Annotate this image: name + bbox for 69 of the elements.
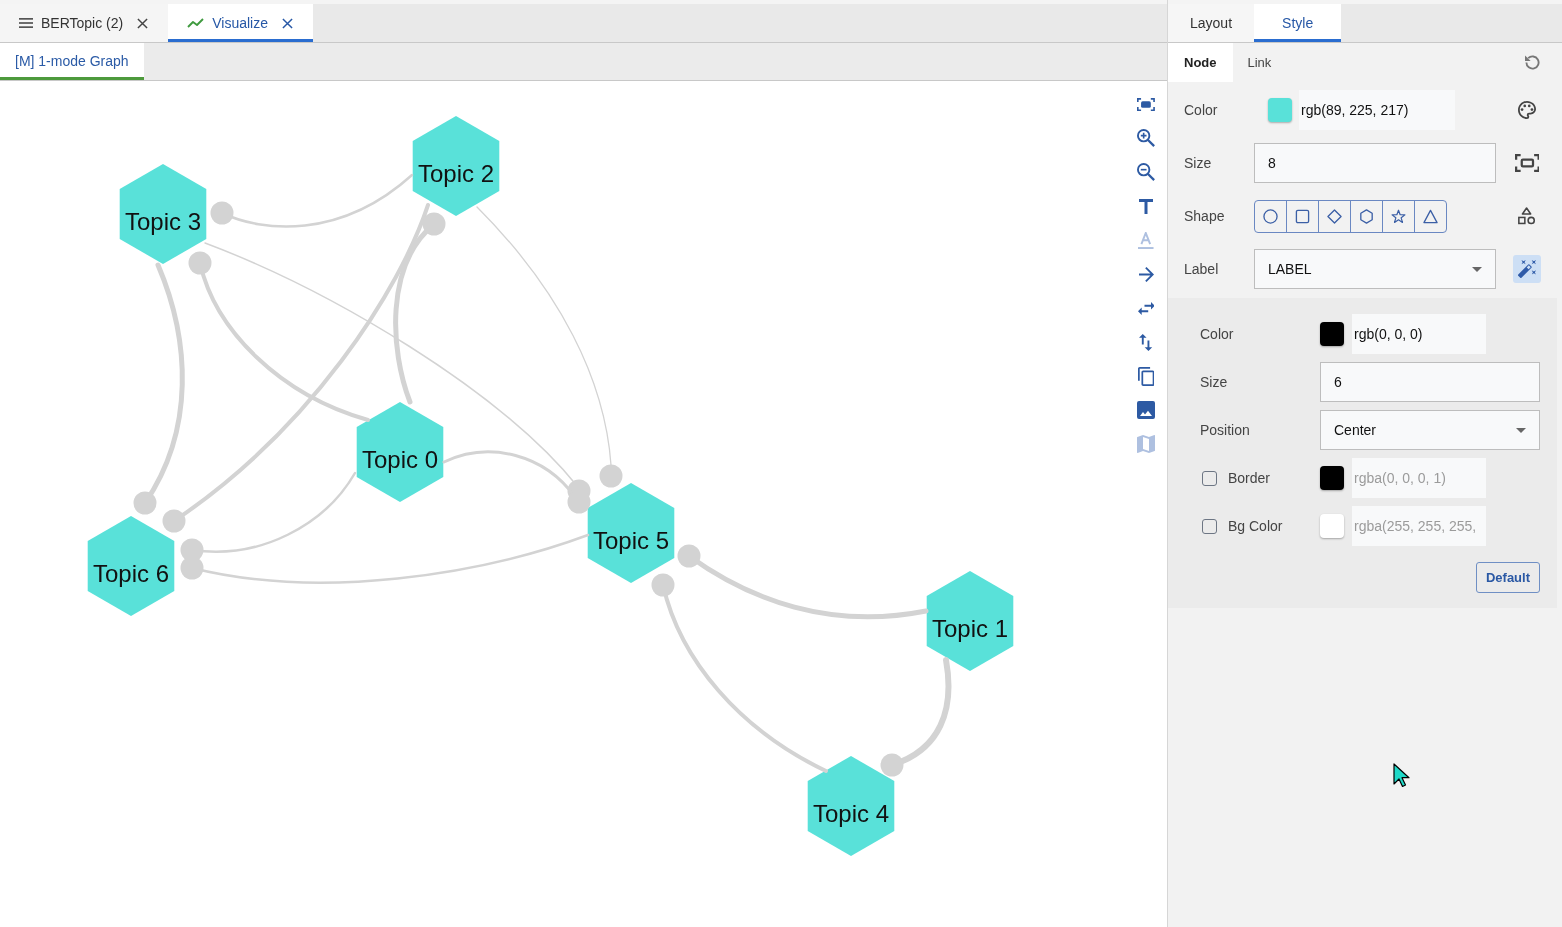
- square-icon: [1295, 208, 1310, 224]
- color-value-field[interactable]: rgb(0, 0, 0): [1352, 314, 1486, 354]
- close-icon[interactable]: [282, 17, 293, 29]
- topic-node: Topic 3: [119, 164, 207, 264]
- panel-subtab[interactable]: Node: [1168, 43, 1233, 82]
- dropdown-select[interactable]: Center: [1320, 410, 1540, 450]
- shape-option-button[interactable]: [1382, 199, 1415, 233]
- zoom-out-icon[interactable]: [1137, 163, 1155, 181]
- arrow-right-icon[interactable]: [1138, 266, 1154, 282]
- checkbox[interactable]: [1202, 518, 1217, 534]
- color-swatch-icon[interactable]: [1320, 322, 1344, 346]
- dropdown-select[interactable]: LABEL: [1254, 249, 1496, 289]
- color-value-field[interactable]: rgb(89, 225, 217): [1299, 90, 1455, 130]
- color-swatch-icon[interactable]: [1268, 98, 1292, 122]
- setting-label: Label: [1184, 259, 1219, 279]
- menu-icon: [19, 18, 33, 28]
- panel-tab[interactable]: Style: [1254, 4, 1342, 42]
- image-icon[interactable]: [1137, 401, 1155, 419]
- triangle-icon: [1423, 208, 1438, 224]
- hexagon-icon: [1359, 208, 1374, 224]
- setting-label: Color: [1200, 324, 1234, 344]
- document-tab[interactable]: Visualize: [168, 4, 313, 42]
- topic-node: Topic 4: [807, 756, 895, 856]
- panel-tab[interactable]: Layout: [1168, 4, 1255, 42]
- setting-label: Color: [1184, 100, 1218, 120]
- document-tab[interactable]: BERTopic (2): [0, 4, 169, 42]
- color-swatch-icon[interactable]: [1320, 466, 1344, 490]
- palette-icon[interactable]: [1518, 101, 1536, 119]
- zoom-in-icon[interactable]: [1137, 129, 1155, 147]
- reset-icon[interactable]: [1525, 55, 1540, 70]
- shape-option-button[interactable]: [1414, 199, 1447, 233]
- circle-icon: [1263, 208, 1278, 224]
- focus-frame-icon[interactable]: [1514, 154, 1540, 172]
- mouse-pointer-icon: [1393, 763, 1410, 788]
- shapes-icon[interactable]: [1518, 207, 1536, 225]
- setting-label: Border: [1228, 468, 1271, 488]
- setting-label: Shape: [1184, 206, 1225, 226]
- topic-node: Topic 2: [412, 116, 500, 216]
- close-icon[interactable]: [137, 17, 149, 29]
- shape-option-button[interactable]: [1286, 199, 1319, 233]
- topic-node: Topic 5: [587, 483, 675, 583]
- checkbox[interactable]: [1202, 470, 1217, 486]
- shape-option-button[interactable]: [1254, 199, 1287, 233]
- focus-frame-icon[interactable]: [1137, 97, 1155, 111]
- magic-wand-icon[interactable]: [1513, 255, 1541, 283]
- swap-horizontal-icon[interactable]: [1137, 301, 1155, 315]
- setting-label: Bg Color: [1228, 516, 1283, 536]
- caret-icon: [1516, 427, 1526, 433]
- topic-node: Topic 6: [87, 516, 175, 616]
- diamond-icon: [1327, 208, 1342, 224]
- topic-node: Topic 0: [356, 402, 444, 502]
- shape-option-button[interactable]: [1318, 199, 1351, 233]
- swap-vertical-icon[interactable]: [1139, 333, 1153, 351]
- star-icon: [1391, 208, 1406, 224]
- setting-label: Size: [1184, 153, 1212, 173]
- shape-option-button[interactable]: [1350, 199, 1383, 233]
- trend-line-icon: [187, 18, 205, 28]
- color-swatch-icon[interactable]: [1320, 514, 1344, 538]
- topic-node: Topic 1: [926, 571, 1014, 671]
- view-tab[interactable]: [M] 1-mode Graph: [0, 43, 144, 80]
- setting-label: Position: [1200, 420, 1250, 440]
- panel-subtab[interactable]: Link: [1232, 43, 1287, 82]
- caret-icon: [1472, 266, 1482, 272]
- text-icon[interactable]: [1139, 198, 1153, 214]
- setting-label: Size: [1200, 372, 1228, 392]
- number-field[interactable]: 8: [1254, 143, 1496, 183]
- default-button[interactable]: Default: [1475, 562, 1540, 593]
- copy-icon[interactable]: [1137, 366, 1155, 386]
- number-field[interactable]: 6: [1320, 362, 1540, 402]
